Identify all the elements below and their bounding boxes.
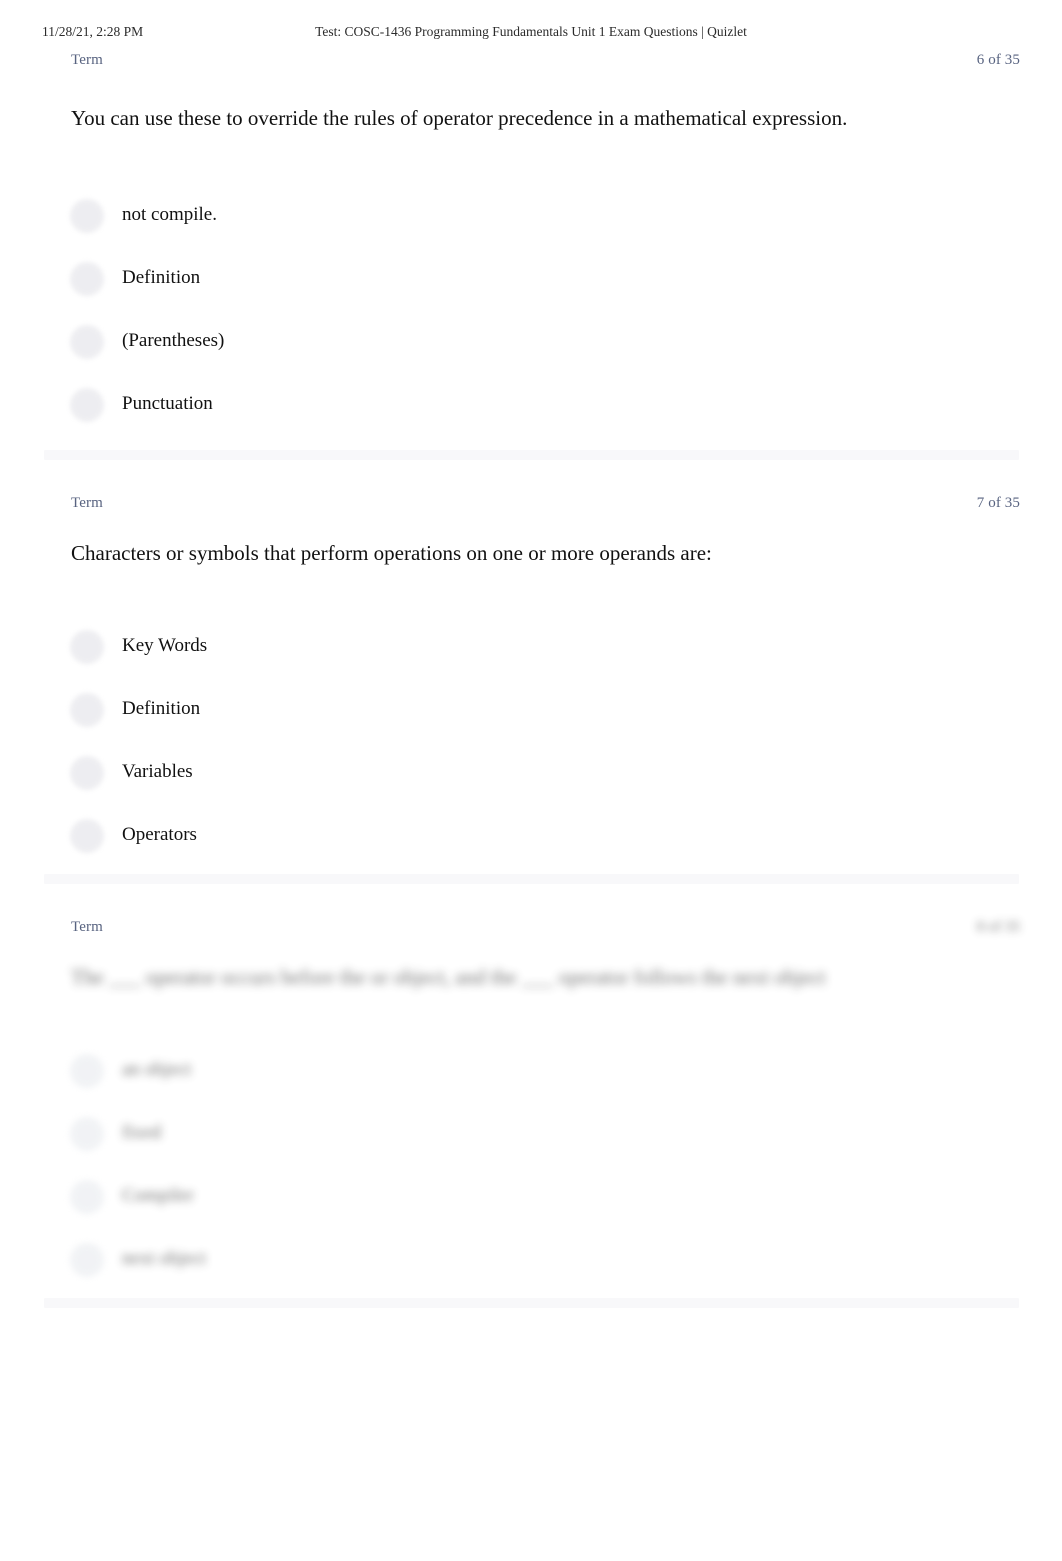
- option-label: Operators: [122, 824, 197, 845]
- option-label: (Parentheses): [122, 330, 225, 351]
- option-label: Compiler: [122, 1185, 194, 1206]
- question-counter: 7 of 35: [976, 495, 1020, 511]
- option-row[interactable]: not compile.: [0, 199, 1062, 262]
- radio-button-icon[interactable]: [70, 325, 104, 359]
- question-prompt: The ___ operator occurs before the or ob…: [71, 965, 826, 989]
- radio-button-icon[interactable]: [70, 819, 104, 853]
- question-separator: [44, 450, 1019, 460]
- option-row[interactable]: Key Words: [0, 630, 1062, 693]
- radio-button-icon[interactable]: [70, 756, 104, 790]
- radio-button-icon[interactable]: [70, 630, 104, 664]
- answer-options: not compile. Definition (Parentheses) Pu…: [0, 199, 1062, 451]
- question-meta: Term 6 of 35: [0, 52, 1062, 76]
- option-row[interactable]: Operators: [0, 819, 1062, 882]
- question-separator: [44, 874, 1019, 884]
- option-label: Definition: [122, 698, 201, 719]
- radio-button-icon[interactable]: [70, 199, 104, 233]
- radio-button-icon[interactable]: [70, 1243, 104, 1277]
- radio-button-icon[interactable]: [70, 1054, 104, 1088]
- option-label: fixed: [122, 1122, 162, 1143]
- page-title: Test: COSC-1436 Programming Fundamentals…: [315, 24, 747, 39]
- question-type-label: Term: [71, 919, 103, 935]
- radio-button-icon[interactable]: [70, 262, 104, 296]
- question-prompt: Characters or symbols that perform opera…: [71, 541, 712, 565]
- question-block: Term 6 of 35 You can use these to overri…: [0, 52, 1062, 422]
- question-block: Term 8 of 35 The ___ operator occurs bef…: [0, 919, 1062, 1277]
- question-prompt: You can use these to override the rules …: [71, 106, 848, 130]
- question-separator: [44, 1298, 1019, 1308]
- question-meta: Term 7 of 35: [0, 495, 1062, 519]
- question-type-label: Term: [71, 52, 103, 68]
- question-block: Term 7 of 35 Characters or symbols that …: [0, 495, 1062, 853]
- answer-options: Key Words Definition Variables Operators: [0, 630, 1062, 882]
- option-label: not compile.: [122, 204, 217, 225]
- radio-button-icon[interactable]: [70, 693, 104, 727]
- print-header: 11/28/21, 2:28 PM Test: COSC-1436 Progra…: [0, 22, 1062, 42]
- question-type-label: Term: [71, 495, 103, 511]
- option-row[interactable]: Compiler: [0, 1180, 1062, 1243]
- question-meta: Term 8 of 35: [0, 919, 1062, 943]
- answer-options: an object fixed Compiler next object: [0, 1054, 1062, 1306]
- option-label: Punctuation: [122, 393, 213, 414]
- option-label: next object: [122, 1248, 206, 1269]
- radio-button-icon[interactable]: [70, 388, 104, 422]
- option-label: Key Words: [122, 635, 208, 656]
- option-row[interactable]: Punctuation: [0, 388, 1062, 451]
- option-row[interactable]: an object: [0, 1054, 1062, 1117]
- option-row[interactable]: next object: [0, 1243, 1062, 1306]
- radio-button-icon[interactable]: [70, 1180, 104, 1214]
- radio-button-icon[interactable]: [70, 1117, 104, 1151]
- option-label: Variables: [122, 761, 193, 782]
- question-counter: 8 of 35: [976, 919, 1020, 935]
- option-label: an object: [122, 1059, 192, 1080]
- option-row[interactable]: (Parentheses): [0, 325, 1062, 388]
- option-row[interactable]: Definition: [0, 262, 1062, 325]
- option-label: Definition: [122, 267, 201, 288]
- option-row[interactable]: Definition: [0, 693, 1062, 756]
- option-row[interactable]: Variables: [0, 756, 1062, 819]
- option-row[interactable]: fixed: [0, 1117, 1062, 1180]
- question-counter: 6 of 35: [976, 52, 1020, 68]
